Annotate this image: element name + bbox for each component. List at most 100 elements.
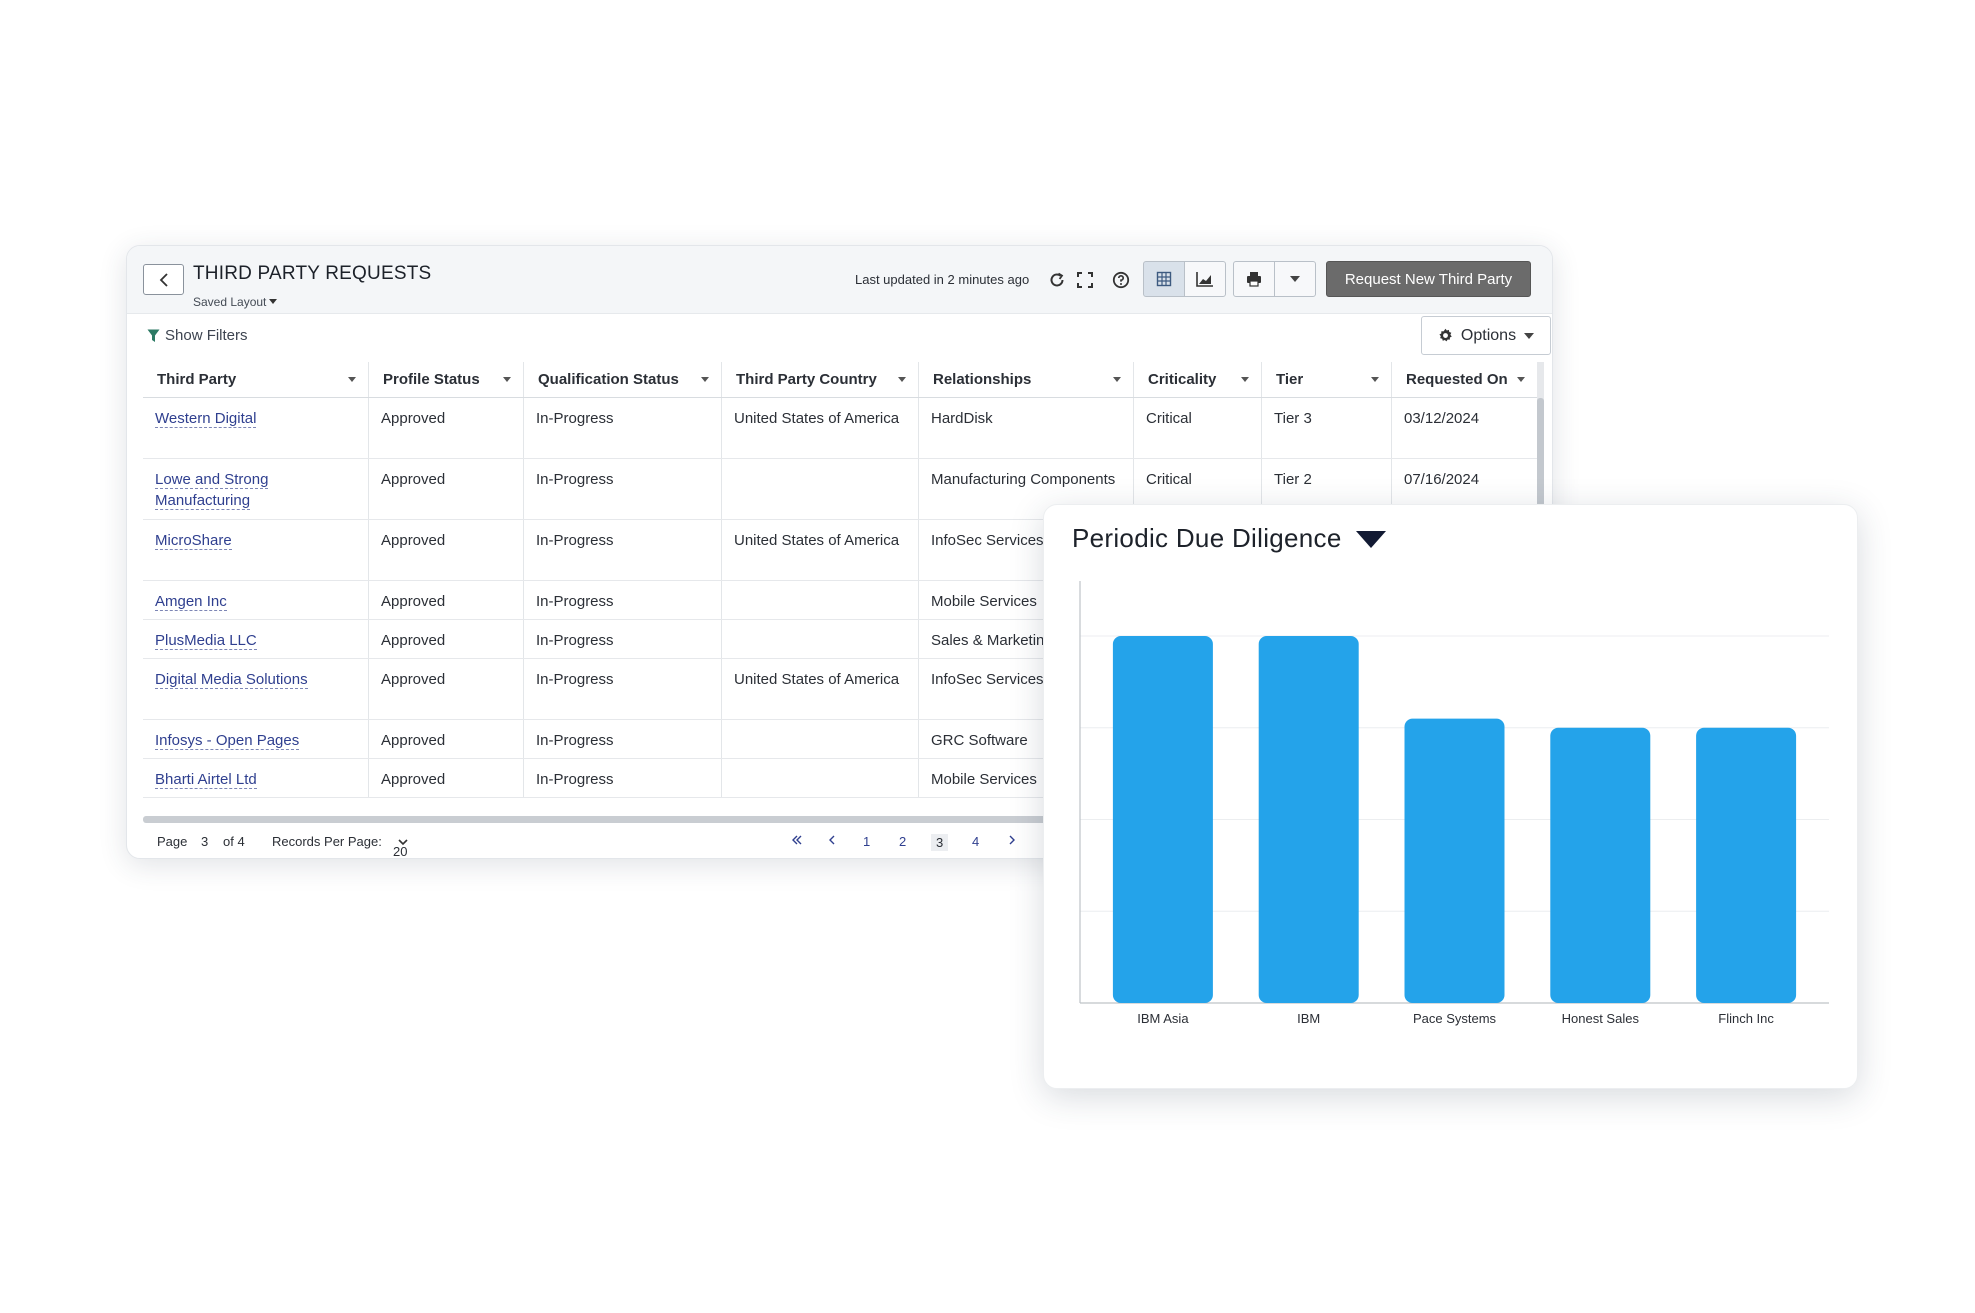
refresh-icon[interactable]: [1047, 270, 1067, 290]
country-cell: United States of America: [722, 520, 919, 580]
x-tick-label: Pace Systems: [1413, 1011, 1497, 1026]
page-link-1[interactable]: 1: [863, 834, 870, 849]
next-page-button[interactable]: [1007, 834, 1017, 849]
caret-down-icon: [898, 377, 906, 382]
previous-page-button[interactable]: [827, 834, 837, 849]
page-title: THIRD PARTY REQUESTS: [193, 263, 432, 284]
caret-down-icon: [1241, 377, 1249, 382]
filter-icon: [147, 329, 160, 342]
chart-view-toggle[interactable]: [1184, 261, 1226, 297]
print-button[interactable]: [1233, 261, 1275, 297]
caret-down-icon: [1290, 276, 1300, 282]
profile-status-cell: Approved: [369, 659, 524, 719]
chart-selector-dropdown-icon[interactable]: [1356, 531, 1386, 548]
column-header-tier[interactable]: Tier: [1262, 362, 1392, 397]
table-header-row: Third Party Profile Status Qualification…: [143, 362, 1543, 398]
column-header-third-party[interactable]: Third Party: [143, 362, 369, 397]
country-cell: [722, 759, 919, 797]
bar-flinch-inc[interactable]: [1696, 727, 1797, 1003]
periodic-due-diligence-panel: IBM Asia IBM Pace Systems Honest Sales Flinc…: [1043, 504, 1858, 1089]
print-icon: [1247, 272, 1261, 287]
third-party-link[interactable]: Amgen Inc: [155, 593, 227, 611]
options-button[interactable]: Options: [1421, 316, 1551, 355]
bar-ibm[interactable]: [1258, 636, 1359, 1003]
page-link-4[interactable]: 4: [972, 834, 979, 849]
back-button[interactable]: [143, 264, 184, 295]
qualification-status-cell: In-Progress: [524, 620, 722, 658]
qualification-status-cell: In-Progress: [524, 459, 722, 519]
current-page-value: 3: [201, 834, 209, 849]
third-party-link[interactable]: PlusMedia LLC: [155, 632, 257, 650]
column-header-qualification-status[interactable]: Qualification Status: [524, 362, 722, 397]
column-header-label: Requested On: [1406, 371, 1508, 388]
records-per-page-value: 20: [393, 844, 408, 859]
country-cell: [722, 720, 919, 758]
show-filters-button[interactable]: Show Filters: [147, 327, 248, 344]
column-header-criticality[interactable]: Criticality: [1134, 362, 1262, 397]
country-cell: United States of America: [722, 659, 919, 719]
third-party-link[interactable]: MicroShare: [155, 532, 232, 550]
bar-honest-sales[interactable]: [1550, 727, 1651, 1003]
table-view-toggle[interactable]: [1143, 261, 1185, 297]
x-tick-label: Flinch Inc: [1718, 1011, 1774, 1026]
help-icon[interactable]: [1111, 270, 1131, 290]
caret-down-icon: [1113, 377, 1121, 382]
third-party-link[interactable]: Infosys - Open Pages: [155, 732, 300, 750]
page-link-3[interactable]: 3: [931, 834, 949, 851]
export-menu-button[interactable]: [1274, 261, 1316, 297]
x-tick-label: IBM Asia: [1137, 1011, 1189, 1026]
column-header-label: Third Party Country: [736, 371, 877, 388]
bar-ibm-asia[interactable]: [1112, 636, 1213, 1003]
horizontal-scrollbar[interactable]: [143, 816, 1143, 823]
caret-down-icon: [269, 299, 278, 304]
last-updated-text: Last updated in 2 minutes ago: [855, 272, 1030, 287]
third-party-link[interactable]: Digital Media Solutions: [155, 671, 308, 689]
saved-layout-label: Saved Layout: [193, 295, 267, 309]
vertical-scrollbar-thumb[interactable]: [1537, 398, 1544, 508]
country-cell: United States of America: [722, 398, 919, 458]
profile-status-cell: Approved: [369, 398, 524, 458]
saved-layout-dropdown[interactable]: Saved Layout: [193, 295, 278, 309]
caret-down-icon: [1517, 377, 1525, 382]
column-header-requested-on[interactable]: Requested On: [1392, 362, 1537, 397]
third-party-link[interactable]: Bharti Airtel Ltd: [155, 771, 257, 789]
chevron-left-icon: [829, 835, 835, 845]
column-header-country[interactable]: Third Party Country: [722, 362, 919, 397]
qualification-status-cell: In-Progress: [524, 398, 722, 458]
relationships-cell: HardDisk: [919, 398, 1134, 458]
third-party-link[interactable]: Lowe and Strong Manufacturing: [155, 471, 269, 510]
chevron-left-icon: [159, 272, 168, 287]
column-header-label: Criticality: [1148, 371, 1217, 388]
bar-pace-systems[interactable]: [1404, 718, 1505, 1003]
first-page-button[interactable]: [791, 834, 803, 849]
country-cell: [722, 620, 919, 658]
column-header-label: Relationships: [933, 371, 1032, 388]
caret-down-icon: [1371, 377, 1379, 382]
column-header-label: Third Party: [157, 371, 237, 388]
request-new-third-party-button[interactable]: Request New Third Party: [1326, 261, 1531, 297]
profile-status-cell: Approved: [369, 520, 524, 580]
show-filters-label: Show Filters: [165, 327, 248, 344]
records-per-page-select[interactable]: 20: [393, 834, 408, 858]
options-label: Options: [1460, 326, 1517, 344]
country-cell: [722, 581, 919, 619]
gear-icon: [1439, 328, 1452, 342]
caret-down-icon: [1524, 332, 1535, 339]
column-header-label: Tier: [1276, 371, 1304, 388]
tier-cell: Tier 3: [1262, 398, 1392, 458]
fullscreen-icon[interactable]: [1075, 270, 1095, 290]
caret-down-icon: [701, 377, 709, 382]
column-header-profile-status[interactable]: Profile Status: [369, 362, 524, 397]
qualification-status-cell: In-Progress: [524, 720, 722, 758]
qualification-status-cell: In-Progress: [524, 581, 722, 619]
page-link-2[interactable]: 2: [899, 834, 906, 849]
profile-status-cell: Approved: [369, 581, 524, 619]
column-header-relationships[interactable]: Relationships: [919, 362, 1134, 397]
profile-status-cell: Approved: [369, 459, 524, 519]
column-header-label: Qualification Status: [538, 371, 679, 388]
country-cell: [722, 459, 919, 519]
profile-status-cell: Approved: [369, 720, 524, 758]
x-tick-label: Honest Sales: [1562, 1011, 1640, 1026]
records-per-page-label: Records Per Page:: [272, 834, 382, 849]
third-party-link[interactable]: Western Digital: [155, 410, 257, 428]
